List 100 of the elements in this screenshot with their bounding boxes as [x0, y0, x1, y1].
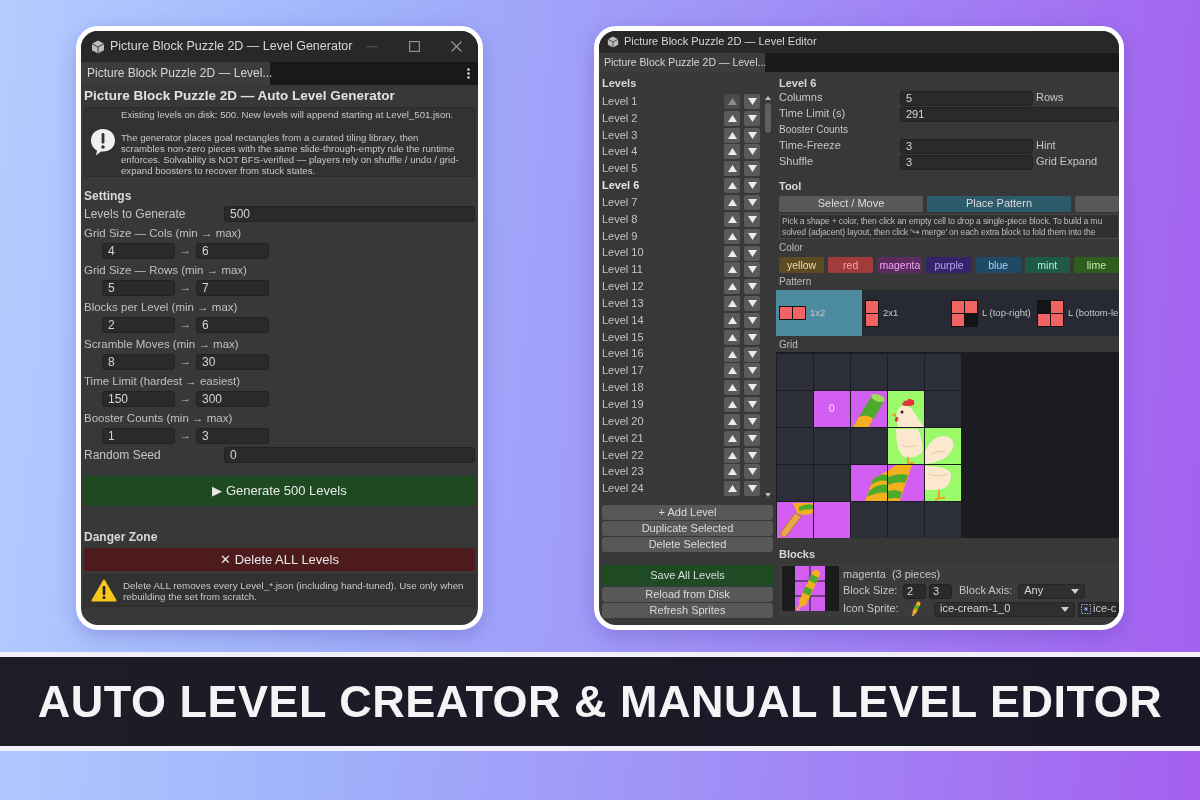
scrollbar-thumb[interactable]: [765, 103, 771, 133]
level-list-item[interactable]: Level 24: [602, 482, 644, 496]
min-field[interactable]: 4: [102, 243, 175, 259]
level-list-item[interactable]: Level 14: [602, 313, 644, 327]
move-down-button[interactable]: [744, 464, 760, 480]
generate-button[interactable]: ▶ Generate 500 Levels: [84, 476, 475, 506]
min-field[interactable]: 1: [102, 428, 175, 444]
number-field[interactable]: 291: [900, 106, 1119, 122]
level-list-item[interactable]: Level 19: [602, 398, 644, 412]
level-list-item[interactable]: Level 12: [602, 280, 644, 294]
level-list-item[interactable]: Level 4: [602, 145, 638, 159]
move-up-button[interactable]: [724, 481, 740, 497]
move-down-button[interactable]: [744, 447, 760, 463]
level-list-item[interactable]: Level 21: [602, 431, 644, 445]
sprite-dropdown[interactable]: ice-cream-1_0: [934, 601, 1075, 617]
file-action-button[interactable]: Reload from Disk: [602, 587, 773, 603]
min-field[interactable]: 150: [102, 391, 175, 407]
move-up-button[interactable]: [724, 144, 740, 160]
move-up-button[interactable]: [724, 279, 740, 295]
axis-dropdown[interactable]: Any: [1018, 583, 1086, 599]
size-field[interactable]: 2: [903, 583, 926, 599]
move-down-button[interactable]: [744, 296, 760, 312]
min-field[interactable]: 2: [102, 317, 175, 333]
level-list-item[interactable]: Level 23: [602, 465, 644, 479]
max-field[interactable]: 6: [196, 243, 269, 259]
move-down-button[interactable]: [744, 127, 760, 143]
min-field[interactable]: 8: [102, 354, 175, 370]
scroll-down-icon[interactable]: [765, 493, 771, 498]
number-field[interactable]: 3: [900, 138, 1033, 154]
maximize-icon[interactable]: [409, 41, 420, 52]
move-up-button[interactable]: [724, 228, 740, 244]
move-down-button[interactable]: [744, 380, 760, 396]
color-button[interactable]: lime: [1073, 257, 1119, 273]
level-list-item[interactable]: Level 15: [602, 330, 644, 344]
size-field[interactable]: 3: [929, 583, 952, 599]
move-up-button[interactable]: [724, 346, 740, 362]
sprite-object-field[interactable]: ice-c: [1078, 601, 1119, 617]
block-grid-cell[interactable]: [851, 465, 887, 501]
move-down-button[interactable]: [744, 279, 760, 295]
move-up-button[interactable]: [724, 245, 740, 261]
move-up-button[interactable]: [724, 397, 740, 413]
move-down-button[interactable]: [744, 413, 760, 429]
move-down-button[interactable]: [744, 430, 760, 446]
number-field[interactable]: 500: [224, 206, 475, 222]
file-action-button[interactable]: Refresh Sprites: [602, 603, 773, 619]
block-grid-cell[interactable]: [925, 428, 961, 464]
move-down-button[interactable]: [744, 262, 760, 278]
move-down-button[interactable]: [744, 329, 760, 345]
block-grid-cell[interactable]: [777, 502, 813, 538]
move-up-button[interactable]: [724, 464, 740, 480]
move-down-button[interactable]: [744, 397, 760, 413]
max-field[interactable]: 300: [196, 391, 269, 407]
level-list-item[interactable]: Level 7: [602, 195, 638, 210]
tool-button[interactable]: Place Pattern: [927, 196, 1071, 212]
list-action-button[interactable]: Duplicate Selected: [602, 521, 773, 537]
window-tab[interactable]: Picture Block Puzzle 2D — Level...: [599, 53, 765, 72]
block-grid-cell[interactable]: [851, 391, 887, 427]
max-field[interactable]: 7: [196, 280, 269, 296]
level-list-item[interactable]: Level 20: [602, 414, 644, 429]
move-down-button[interactable]: [744, 110, 760, 126]
level-list-item[interactable]: Level 18: [602, 381, 644, 395]
move-up-button[interactable]: [724, 262, 740, 278]
block-grid-cell[interactable]: [925, 465, 961, 501]
move-up-button[interactable]: [724, 161, 740, 177]
pattern-option[interactable]: L (top-right): [948, 290, 1034, 336]
move-down-button[interactable]: [744, 161, 760, 177]
level-list-item[interactable]: Level 8: [602, 212, 638, 226]
block-row[interactable]: magenta (3 pieces) Block Size: 2 3 Block Axis: Any Icon Sprite: ice-cream-1_0 ice-c: [779, 564, 1119, 616]
level-list-item[interactable]: Level 22: [602, 448, 644, 462]
move-down-button[interactable]: [744, 195, 760, 210]
list-action-button[interactable]: + Add Level: [602, 505, 773, 521]
move-down-button[interactable]: [744, 245, 760, 261]
pattern-option[interactable]: L (bottom-le: [1034, 290, 1119, 336]
level-list-item[interactable]: Level 3: [602, 128, 638, 142]
move-down-button[interactable]: [744, 346, 760, 362]
max-field[interactable]: 6: [196, 317, 269, 333]
number-field[interactable]: 0: [224, 447, 475, 463]
move-up-button[interactable]: [724, 296, 740, 312]
block-grid-cell[interactable]: [888, 391, 924, 427]
move-down-button[interactable]: [744, 312, 760, 328]
min-field[interactable]: 5: [102, 280, 175, 296]
max-field[interactable]: 3: [196, 428, 269, 444]
color-button[interactable]: purple: [926, 257, 972, 273]
color-button[interactable]: magenta: [877, 257, 923, 273]
color-button[interactable]: blue: [975, 257, 1021, 273]
move-up-button[interactable]: [724, 447, 740, 463]
move-down-button[interactable]: [744, 93, 760, 109]
block-grid-cell[interactable]: [888, 428, 924, 464]
move-up-button[interactable]: [724, 178, 740, 194]
level-list-item[interactable]: Level 6: [602, 179, 640, 193]
number-field[interactable]: 3: [900, 154, 1033, 170]
close-icon[interactable]: [451, 41, 462, 52]
max-field[interactable]: 30: [196, 354, 269, 370]
level-list-item[interactable]: Level 2: [602, 111, 638, 125]
move-up-button[interactable]: [724, 211, 740, 227]
move-down-button[interactable]: [744, 178, 760, 194]
move-up-button[interactable]: [724, 195, 740, 210]
pattern-option[interactable]: 2x1: [862, 290, 948, 336]
list-action-button[interactable]: Delete Selected: [602, 537, 773, 553]
move-down-button[interactable]: [744, 481, 760, 497]
